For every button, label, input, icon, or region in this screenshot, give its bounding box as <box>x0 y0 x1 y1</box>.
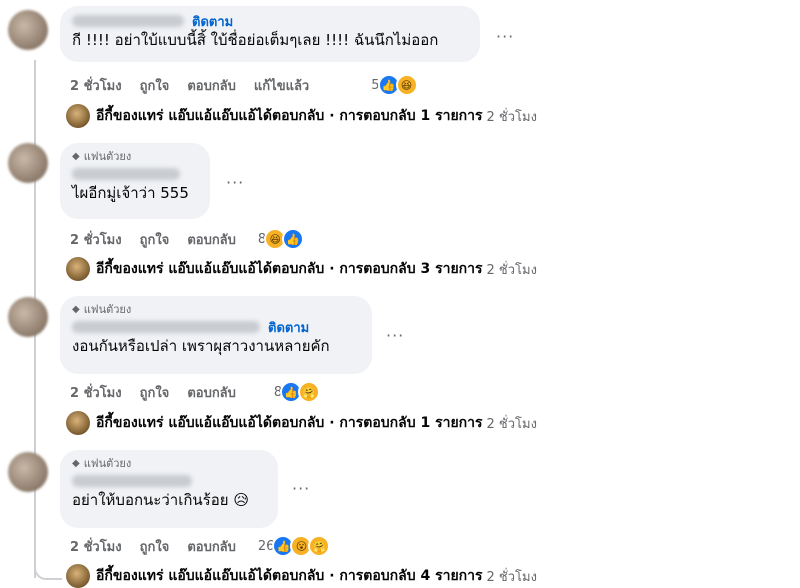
reply-author-name[interactable]: อีกี้ของแทร่ แอ๊บแอ้แอ๊บแอ้ <box>96 105 256 127</box>
comment-actions: 2 ชั่วโมง ถูกใจ ตอบกลับ แก้ไขแล้ว 5 👍 😆 <box>70 74 418 96</box>
diamond-icon: ◆ <box>72 304 80 315</box>
comment-time[interactable]: 2 ชั่วโมง <box>70 229 122 250</box>
badge-label: แฟนตัวยง <box>83 150 132 163</box>
top-fan-badge: ◆ แฟนตัวยง <box>72 302 360 318</box>
comment-text: กี !!!! อย่าใบ้แบบนี้สิ้ ใบ้ชื่อย่อเต็มๆ… <box>72 31 439 49</box>
top-fan-badge: ◆ แฟนตัวยง <box>72 456 266 472</box>
comment-time[interactable]: 2 ชั่วโมง <box>70 75 122 96</box>
like-button[interactable]: ถูกใจ <box>140 382 170 403</box>
crying-emoji-icon: 😥 <box>233 491 249 509</box>
diamond-icon: ◆ <box>72 458 80 469</box>
view-replies-row[interactable]: อีกี้ของแทร่ แอ๊บแอ้แอ๊บแอ้ ได้ตอบกลับ ·… <box>66 104 537 128</box>
more-options-icon[interactable]: ··· <box>496 27 514 46</box>
comment-author-row <box>72 165 198 183</box>
reactions[interactable]: 5 👍 😆 <box>371 74 418 96</box>
reply-summary-text[interactable]: ได้ตอบกลับ · การตอบกลับ 1 รายการ <box>256 105 483 127</box>
view-replies-row[interactable]: อีกี้ของแทร่ แอ๊บแอ้แอ๊บแอ้ ได้ตอบกลับ ·… <box>66 411 537 435</box>
badge-label: แฟนตัวยง <box>83 303 132 316</box>
edited-label[interactable]: แก้ไขแล้ว <box>254 75 309 96</box>
reply-author-avatar <box>66 564 90 588</box>
reactions[interactable]: 8 😆 👍 <box>258 228 305 250</box>
reply-time: 2 ชั่วโมง <box>486 109 537 125</box>
like-button[interactable]: ถูกใจ <box>140 536 170 557</box>
reply-button[interactable]: ตอบกลับ <box>187 229 236 250</box>
comment-actions: 2 ชั่วโมง ถูกใจ ตอบกลับ 8 😆 👍 <box>70 228 305 250</box>
comment-author-row: ติดตาม <box>72 12 468 30</box>
comment-bubble: ◆ แฟนตัวยง อย่าให้บอกนะว่าเกินร้อย 😥 <box>60 450 278 528</box>
author-name-blurred[interactable] <box>72 168 180 180</box>
comment-time[interactable]: 2 ชั่วโมง <box>70 382 122 403</box>
reactions[interactable]: 26 👍 😮 🤗 <box>258 535 331 557</box>
comment-text: งอนกันหรือเปล่า เพราผุสาวงานหลายคัก <box>72 337 330 355</box>
reply-time: 2 ชั่วโมง <box>486 569 537 585</box>
reply-author-name[interactable]: อีกี้ของแทร่ แอ๊บแอ้แอ๊บแอ้ <box>96 258 256 280</box>
comment-text-content: อย่าให้บอกนะว่าเกินร้อย <box>72 491 229 509</box>
view-replies-row[interactable]: อีกี้ของแทร่ แอ๊บแอ้แอ๊บแอ้ ได้ตอบกลับ ·… <box>66 257 537 281</box>
haha-reaction-icon: 😆 <box>395 74 418 96</box>
reactions[interactable]: 8 👍 🤗 <box>274 381 321 403</box>
reply-summary-text[interactable]: ได้ตอบกลับ · การตอบกลับ 3 รายการ <box>256 258 483 280</box>
reply-summary-text[interactable]: ได้ตอบกลับ · การตอบกลับ 1 รายการ <box>256 412 483 434</box>
like-button[interactable]: ถูกใจ <box>140 229 170 250</box>
follow-link[interactable]: ติดตาม <box>192 11 233 32</box>
like-button[interactable]: ถูกใจ <box>140 75 170 96</box>
author-name-blurred[interactable] <box>72 475 192 487</box>
comment-actions: 2 ชั่วโมง ถูกใจ ตอบกลับ 26 👍 😮 🤗 <box>70 535 331 557</box>
reply-time: 2 ชั่วโมง <box>486 262 537 278</box>
badge-label: แฟนตัวยง <box>83 457 132 470</box>
author-name-blurred[interactable] <box>72 321 260 333</box>
like-reaction-icon: 👍 <box>282 228 305 250</box>
comment-bubble: ◆ แฟนตัวยง ติดตาม งอนกันหรือเปล่า เพราผุ… <box>60 296 372 374</box>
comment-text: อย่าให้บอกนะว่าเกินร้อย 😥 <box>72 490 266 510</box>
top-fan-badge: ◆ แฟนตัวยง <box>72 149 198 165</box>
reply-button[interactable]: ตอบกลับ <box>187 382 236 403</box>
reply-author-avatar <box>66 411 90 435</box>
reply-summary-text[interactable]: ได้ตอบกลับ · การตอบกลับ 4 รายการ <box>256 565 483 587</box>
more-options-icon[interactable]: ··· <box>386 326 404 345</box>
avatar[interactable] <box>8 452 48 492</box>
comment-time[interactable]: 2 ชั่วโมง <box>70 536 122 557</box>
reply-author-name[interactable]: อีกี้ของแทร่ แอ๊บแอ้แอ๊บแอ้ <box>96 412 256 434</box>
more-options-icon[interactable]: ··· <box>226 173 244 192</box>
follow-link[interactable]: ติดตาม <box>268 317 309 338</box>
avatar[interactable] <box>8 297 48 337</box>
comment-bubble: ติดตาม กี !!!! อย่าใบ้แบบนี้สิ้ ใบ้ชื่อย… <box>60 6 480 62</box>
care-reaction-icon: 🤗 <box>298 381 321 403</box>
diamond-icon: ◆ <box>72 151 80 162</box>
reply-author-avatar <box>66 104 90 128</box>
comment-text: ไผอีกมู่เจ้าว่า 555 <box>72 184 189 202</box>
care-reaction-icon: 🤗 <box>308 535 331 557</box>
reply-button[interactable]: ตอบกลับ <box>187 75 236 96</box>
avatar[interactable] <box>8 10 48 50</box>
comment-actions: 2 ชั่วโมง ถูกใจ ตอบกลับ 8 👍 🤗 <box>70 381 321 403</box>
thread-connector <box>34 560 62 580</box>
comment-author-row: ติดตาม <box>72 318 360 336</box>
view-replies-row[interactable]: อีกี้ของแทร่ แอ๊บแอ้แอ๊บแอ้ ได้ตอบกลับ ·… <box>66 564 537 588</box>
reply-time: 2 ชั่วโมง <box>486 416 537 432</box>
avatar[interactable] <box>8 143 48 183</box>
reply-button[interactable]: ตอบกลับ <box>187 536 236 557</box>
comment-author-row <box>72 472 266 490</box>
more-options-icon[interactable]: ··· <box>292 479 310 498</box>
comment-bubble: ◆ แฟนตัวยง ไผอีกมู่เจ้าว่า 555 <box>60 143 210 219</box>
reply-author-name[interactable]: อีกี้ของแทร่ แอ๊บแอ้แอ๊บแอ้ <box>96 565 256 587</box>
author-name-blurred[interactable] <box>72 15 184 27</box>
reply-author-avatar <box>66 257 90 281</box>
